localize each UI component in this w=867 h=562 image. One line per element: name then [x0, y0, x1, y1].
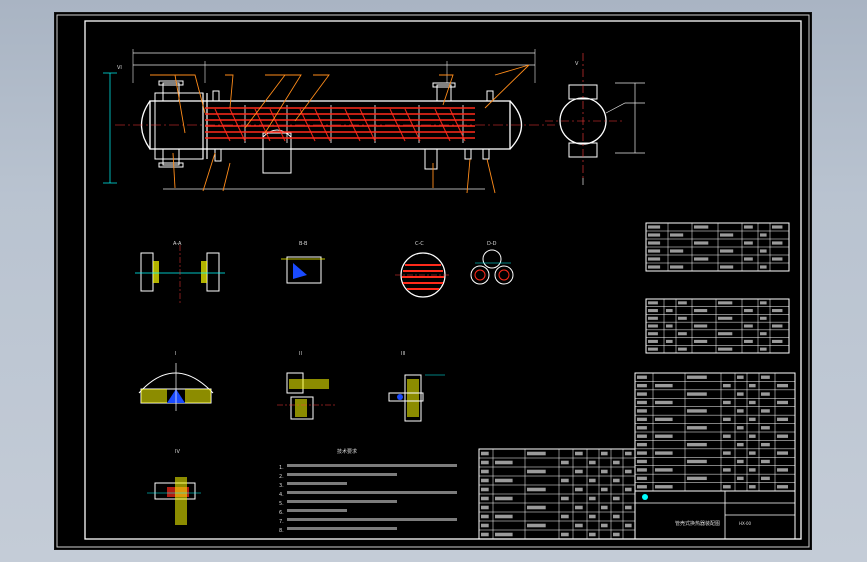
section-label: V [575, 61, 579, 67]
section-label: D-D [487, 241, 497, 247]
detail-view-shell-weld[interactable] [138, 363, 214, 411]
tube-bundle [205, 107, 475, 139]
section-label: II [299, 351, 302, 357]
technical-notes: 技术要求 1. 2. 3. 4. 5. 6. 7. 8. [279, 448, 457, 534]
note-number: 6. [279, 510, 284, 516]
section-label: IV [175, 449, 180, 455]
section-label: B-B [299, 241, 308, 247]
bom-table-left[interactable] [478, 448, 636, 540]
cad-drawing-sheet[interactable]: 技术要求 1. 2. 3. 4. 5. 6. 7. 8. 管壳式换热器装配图 H… [55, 13, 811, 549]
note-text-line [287, 473, 397, 476]
main-exchanger-view[interactable] [103, 49, 555, 194]
note-text-line [287, 491, 457, 494]
drawing-canvas[interactable]: 技术要求 1. 2. 3. 4. 5. 6. 7. 8. 管壳式换热器装配图 HX-00 A-… [55, 13, 811, 549]
note-text-line [287, 482, 347, 485]
detail-view-support[interactable] [147, 477, 201, 525]
title-block[interactable]: 管壳式换热器装配图 HX-00 [634, 490, 796, 540]
section-label: III [401, 351, 405, 357]
section-label: C-C [415, 241, 424, 247]
note-number: 1. [279, 465, 284, 471]
nozzle-table[interactable] [645, 298, 790, 354]
section-label: VI [117, 65, 122, 71]
section-label: I [175, 351, 176, 357]
detail-view-nozzle-joint[interactable] [277, 372, 335, 420]
outer-border [56, 14, 810, 548]
note-text-line [287, 527, 397, 530]
note-number: 5. [279, 501, 284, 507]
note-number: 7. [279, 519, 284, 525]
detail-view-weld[interactable] [281, 256, 325, 284]
design-data-table[interactable] [645, 222, 790, 272]
note-text-line [287, 518, 457, 521]
drawing-title: 管壳式换热器装配图 [675, 520, 720, 527]
detail-view-expansion-joint[interactable] [388, 374, 445, 422]
detail-view-tubesheet[interactable] [395, 252, 451, 298]
note-number: 4. [279, 492, 284, 498]
note-number: 2. [279, 474, 284, 480]
note-text-line [287, 509, 347, 512]
note-number: 3. [279, 483, 284, 489]
detail-view-flange[interactable] [135, 245, 225, 303]
svg-text:技术要求: 技术要求 [337, 448, 357, 455]
note-number: 8. [279, 528, 284, 534]
bom-table-right[interactable] [634, 372, 796, 492]
drawing-number: HX-00 [739, 521, 752, 526]
note-text-line [287, 500, 397, 503]
section-label: A-A [173, 241, 182, 247]
end-view[interactable] [545, 53, 645, 185]
detail-view-tube-pattern[interactable] [470, 249, 514, 285]
company-logo [642, 494, 648, 500]
note-text-line [287, 464, 457, 467]
